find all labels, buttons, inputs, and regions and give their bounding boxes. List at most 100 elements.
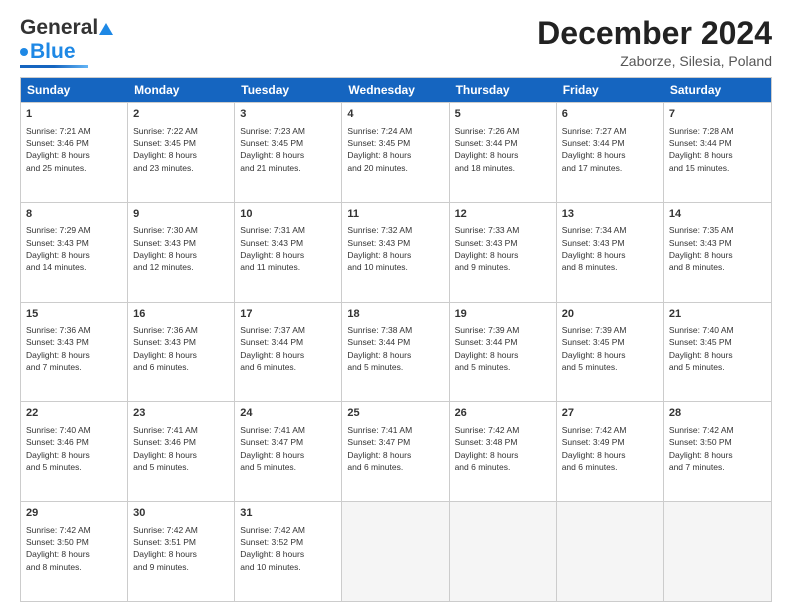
day-number: 19 xyxy=(455,307,551,322)
day-number: 6 xyxy=(562,107,658,122)
day-number: 14 xyxy=(669,207,766,222)
calendar-cell: 1Sunrise: 7:21 AM Sunset: 3:46 PM Daylig… xyxy=(21,103,128,202)
calendar-cell: 15Sunrise: 7:36 AM Sunset: 3:43 PM Dayli… xyxy=(21,303,128,402)
main-title: December 2024 xyxy=(537,16,772,51)
calendar-cell: 4 Sunrise: 7:24 AM Sunset: 3:45 PM Daylig… xyxy=(342,103,449,202)
cell-info: Sunrise: 7:23 AM Sunset: 3:45 PM Dayligh… xyxy=(240,125,336,174)
header-wednesday: Wednesday xyxy=(342,78,449,102)
day-number: 3 xyxy=(240,107,336,122)
calendar-cell: 16 Sunrise: 7:36 AM Sunset: 3:43 PM Dayli… xyxy=(128,303,235,402)
calendar-cell: 19Sunrise: 7:39 AM Sunset: 3:44 PM Dayli… xyxy=(450,303,557,402)
header-saturday: Saturday xyxy=(664,78,771,102)
cell-info: Sunrise: 7:32 AM Sunset: 3:43 PM Dayligh… xyxy=(347,224,443,273)
day-number: 23 xyxy=(133,406,229,421)
day-number: 30 xyxy=(133,506,229,521)
calendar-cell: 12 Sunrise: 7:33 AM Sunset: 3:43 PM Dayli… xyxy=(450,203,557,302)
calendar-row: 22 Sunrise: 7:40 AM Sunset: 3:46 PM Dayli… xyxy=(21,401,771,501)
logo-underline xyxy=(20,65,88,68)
day-number: 18 xyxy=(347,307,443,322)
day-number: 21 xyxy=(669,307,766,322)
calendar-cell xyxy=(664,502,771,601)
calendar-cell: 3 Sunrise: 7:23 AM Sunset: 3:45 PM Daylig… xyxy=(235,103,342,202)
day-number: 24 xyxy=(240,406,336,421)
logo-triangle-icon xyxy=(99,23,113,35)
calendar-cell: 27 Sunrise: 7:42 AM Sunset: 3:49 PM Dayli… xyxy=(557,402,664,501)
calendar-cell: 23Sunrise: 7:41 AM Sunset: 3:46 PM Dayli… xyxy=(128,402,235,501)
day-number: 2 xyxy=(133,107,229,122)
day-number: 4 xyxy=(347,107,443,122)
calendar-cell: 26 Sunrise: 7:42 AM Sunset: 3:48 PM Dayli… xyxy=(450,402,557,501)
logo-general: General xyxy=(20,16,98,40)
calendar-cell: 20 Sunrise: 7:39 AM Sunset: 3:45 PM Dayli… xyxy=(557,303,664,402)
calendar-cell: 7 Sunrise: 7:28 AM Sunset: 3:44 PM Daylig… xyxy=(664,103,771,202)
calendar-cell: 5Sunrise: 7:26 AM Sunset: 3:44 PM Daylig… xyxy=(450,103,557,202)
calendar-cell: 6Sunrise: 7:27 AM Sunset: 3:44 PM Daylig… xyxy=(557,103,664,202)
day-number: 9 xyxy=(133,207,229,222)
day-number: 7 xyxy=(669,107,766,122)
calendar-row: 1Sunrise: 7:21 AM Sunset: 3:46 PM Daylig… xyxy=(21,102,771,202)
calendar-cell: 25 Sunrise: 7:41 AM Sunset: 3:47 PM Dayli… xyxy=(342,402,449,501)
cell-info: Sunrise: 7:42 AM Sunset: 3:50 PM Dayligh… xyxy=(26,524,122,573)
cell-info: Sunrise: 7:40 AM Sunset: 3:45 PM Dayligh… xyxy=(669,324,766,373)
calendar-cell: 24Sunrise: 7:41 AM Sunset: 3:47 PM Dayli… xyxy=(235,402,342,501)
day-number: 28 xyxy=(669,406,766,421)
calendar-cell: 31Sunrise: 7:42 AM Sunset: 3:52 PM Dayli… xyxy=(235,502,342,601)
header-friday: Friday xyxy=(557,78,664,102)
cell-info: Sunrise: 7:42 AM Sunset: 3:48 PM Dayligh… xyxy=(455,424,551,473)
cell-info: Sunrise: 7:40 AM Sunset: 3:46 PM Dayligh… xyxy=(26,424,122,473)
day-number: 15 xyxy=(26,307,122,322)
header-tuesday: Tuesday xyxy=(235,78,342,102)
day-number: 12 xyxy=(455,207,551,222)
cell-info: Sunrise: 7:24 AM Sunset: 3:45 PM Dayligh… xyxy=(347,125,443,174)
cell-info: Sunrise: 7:26 AM Sunset: 3:44 PM Dayligh… xyxy=(455,125,551,174)
cell-info: Sunrise: 7:34 AM Sunset: 3:43 PM Dayligh… xyxy=(562,224,658,273)
cell-info: Sunrise: 7:38 AM Sunset: 3:44 PM Dayligh… xyxy=(347,324,443,373)
cell-info: Sunrise: 7:37 AM Sunset: 3:44 PM Dayligh… xyxy=(240,324,336,373)
calendar-body: 1Sunrise: 7:21 AM Sunset: 3:46 PM Daylig… xyxy=(21,102,771,601)
cell-info: Sunrise: 7:42 AM Sunset: 3:51 PM Dayligh… xyxy=(133,524,229,573)
header: General Blue December 2024 Zaborze, Sile… xyxy=(20,16,772,69)
day-number: 29 xyxy=(26,506,122,521)
cell-info: Sunrise: 7:41 AM Sunset: 3:47 PM Dayligh… xyxy=(347,424,443,473)
day-number: 16 xyxy=(133,307,229,322)
calendar-cell: 28 Sunrise: 7:42 AM Sunset: 3:50 PM Dayli… xyxy=(664,402,771,501)
calendar-cell: 11 Sunrise: 7:32 AM Sunset: 3:43 PM Dayli… xyxy=(342,203,449,302)
cell-info: Sunrise: 7:39 AM Sunset: 3:45 PM Dayligh… xyxy=(562,324,658,373)
day-number: 25 xyxy=(347,406,443,421)
cell-info: Sunrise: 7:30 AM Sunset: 3:43 PM Dayligh… xyxy=(133,224,229,273)
day-number: 26 xyxy=(455,406,551,421)
logo-blue: Blue xyxy=(30,40,76,64)
page: General Blue December 2024 Zaborze, Sile… xyxy=(0,0,792,612)
logo: General Blue xyxy=(20,16,113,68)
header-thursday: Thursday xyxy=(450,78,557,102)
day-number: 22 xyxy=(26,406,122,421)
header-sunday: Sunday xyxy=(21,78,128,102)
calendar-cell xyxy=(342,502,449,601)
day-number: 17 xyxy=(240,307,336,322)
logo-dot-icon xyxy=(20,48,28,56)
calendar-header: Sunday Monday Tuesday Wednesday Thursday… xyxy=(21,78,771,102)
cell-info: Sunrise: 7:42 AM Sunset: 3:50 PM Dayligh… xyxy=(669,424,766,473)
cell-info: Sunrise: 7:35 AM Sunset: 3:43 PM Dayligh… xyxy=(669,224,766,273)
day-number: 27 xyxy=(562,406,658,421)
calendar-cell: 21 Sunrise: 7:40 AM Sunset: 3:45 PM Dayli… xyxy=(664,303,771,402)
title-area: December 2024 Zaborze, Silesia, Poland xyxy=(537,16,772,69)
cell-info: Sunrise: 7:21 AM Sunset: 3:46 PM Dayligh… xyxy=(26,125,122,174)
cell-info: Sunrise: 7:42 AM Sunset: 3:49 PM Dayligh… xyxy=(562,424,658,473)
cell-info: Sunrise: 7:28 AM Sunset: 3:44 PM Dayligh… xyxy=(669,125,766,174)
cell-info: Sunrise: 7:33 AM Sunset: 3:43 PM Dayligh… xyxy=(455,224,551,273)
day-number: 8 xyxy=(26,207,122,222)
calendar-cell: 14 Sunrise: 7:35 AM Sunset: 3:43 PM Dayli… xyxy=(664,203,771,302)
cell-info: Sunrise: 7:36 AM Sunset: 3:43 PM Dayligh… xyxy=(133,324,229,373)
calendar-cell xyxy=(450,502,557,601)
day-number: 11 xyxy=(347,207,443,222)
day-number: 20 xyxy=(562,307,658,322)
calendar-cell: 22 Sunrise: 7:40 AM Sunset: 3:46 PM Dayli… xyxy=(21,402,128,501)
calendar-cell: 29 Sunrise: 7:42 AM Sunset: 3:50 PM Dayli… xyxy=(21,502,128,601)
cell-info: Sunrise: 7:31 AM Sunset: 3:43 PM Dayligh… xyxy=(240,224,336,273)
calendar-cell: 10Sunrise: 7:31 AM Sunset: 3:43 PM Dayli… xyxy=(235,203,342,302)
day-number: 31 xyxy=(240,506,336,521)
cell-info: Sunrise: 7:22 AM Sunset: 3:45 PM Dayligh… xyxy=(133,125,229,174)
calendar-cell: 30 Sunrise: 7:42 AM Sunset: 3:51 PM Dayli… xyxy=(128,502,235,601)
subtitle: Zaborze, Silesia, Poland xyxy=(537,53,772,69)
